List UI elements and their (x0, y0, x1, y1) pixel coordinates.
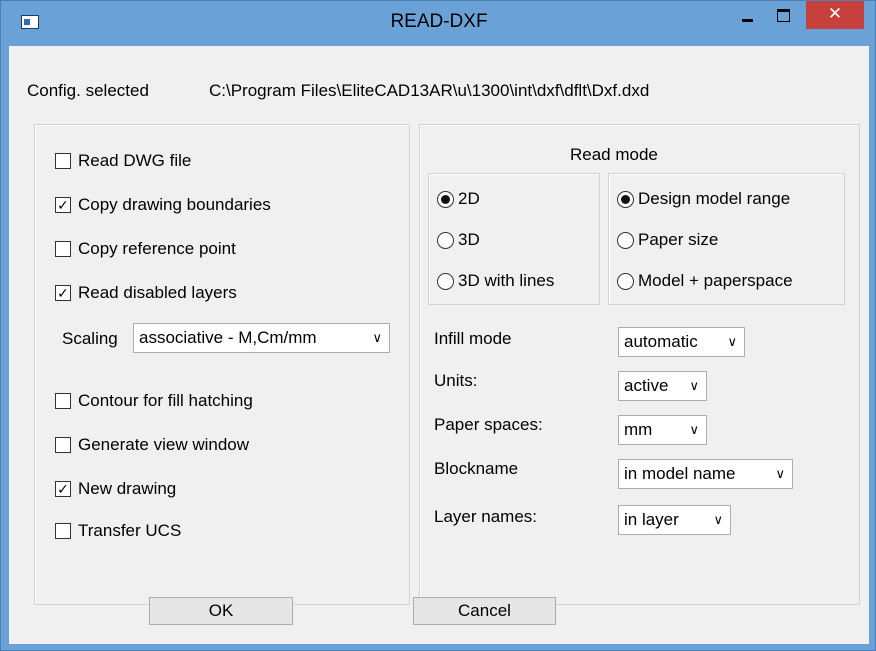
radio-2d[interactable]: 2D (437, 189, 480, 209)
blockname-label: Blockname (434, 459, 519, 478)
dialog-body: Config. selected C:\Program Files\EliteC… (9, 46, 869, 644)
minimize-button[interactable] (733, 1, 763, 31)
radio-circle[interactable] (437, 231, 454, 249)
units-select[interactable]: active ∨ (618, 371, 707, 401)
checkbox-box[interactable]: ✓ (55, 285, 71, 301)
radio-model-paperspace[interactable]: Model + paperspace (617, 271, 793, 291)
select-value: active (624, 376, 669, 395)
radio-label: Paper size (638, 230, 719, 249)
radio-circle[interactable] (617, 231, 634, 249)
close-button[interactable]: ✕ (806, 1, 864, 29)
maximize-button[interactable] (769, 1, 799, 31)
chevron-down-icon: ∨ (372, 330, 382, 345)
transfer-ucs-checkbox[interactable]: Transfer UCS (55, 521, 181, 541)
checkbox-box[interactable] (55, 393, 71, 409)
copy-drawing-boundaries-checkbox[interactable]: ✓ Copy drawing boundaries (55, 195, 271, 215)
checkbox-label: Generate view window (78, 435, 250, 454)
chevron-down-icon: ∨ (727, 334, 737, 349)
paper-spaces-select[interactable]: mm ∨ (618, 415, 707, 445)
checkbox-label: Contour for fill hatching (78, 391, 253, 410)
checkbox-box[interactable] (55, 241, 71, 257)
chevron-down-icon: ∨ (713, 512, 723, 527)
radio-circle[interactable] (437, 272, 454, 290)
check-icon: ✓ (57, 481, 69, 497)
chevron-down-icon: ∨ (689, 422, 699, 437)
read-disabled-layers-checkbox[interactable]: ✓ Read disabled layers (55, 283, 237, 303)
read-dwg-checkbox[interactable]: Read DWG file (55, 151, 191, 171)
read-mode-panel: Read mode 2D 3D 3D with lines Design mod… (419, 124, 860, 605)
radio-3d-with-lines[interactable]: 3D with lines (437, 271, 554, 291)
layer-names-label: Layer names: (434, 507, 537, 526)
checkbox-label: Read DWG file (78, 151, 192, 170)
chevron-down-icon: ∨ (689, 378, 699, 393)
infill-mode-label: Infill mode (434, 329, 512, 348)
radio-circle[interactable] (437, 190, 454, 208)
close-icon: ✕ (827, 4, 843, 23)
checkbox-label: Transfer UCS (78, 521, 182, 540)
select-value: automatic (624, 332, 698, 351)
infill-mode-select[interactable]: automatic ∨ (618, 327, 745, 357)
contour-fill-hatching-checkbox[interactable]: Contour for fill hatching (55, 391, 253, 411)
checkbox-label: Read disabled layers (78, 283, 237, 302)
checkbox-box[interactable]: ✓ (55, 481, 71, 497)
check-icon: ✓ (57, 197, 69, 213)
select-value: mm (624, 420, 653, 439)
radio-circle[interactable] (617, 272, 634, 290)
config-label: Config. selected (27, 81, 149, 100)
checkbox-label: New drawing (78, 479, 177, 498)
checkbox-box[interactable] (55, 437, 71, 453)
radio-dot-icon (441, 194, 450, 204)
units-label: Units: (434, 371, 478, 390)
radio-label: Model + paperspace (638, 271, 793, 290)
checkbox-box[interactable] (55, 523, 71, 539)
checkbox-box[interactable]: ✓ (55, 197, 71, 213)
select-value: in model name (624, 464, 736, 483)
checkbox-box[interactable] (55, 153, 71, 169)
config-path: C:\Program Files\EliteCAD13AR\u\1300\int… (209, 81, 650, 100)
select-value: in layer (624, 510, 679, 529)
layer-names-select[interactable]: in layer ∨ (618, 505, 731, 535)
scaling-select[interactable]: associative - M,Cm/mm ∨ (133, 323, 390, 353)
radio-circle[interactable] (617, 190, 634, 208)
range-group: Design model range Paper size Model + pa… (608, 173, 845, 305)
options-panel: Read DWG file ✓ Copy drawing boundaries … (34, 124, 410, 605)
scaling-label: Scaling (62, 329, 118, 348)
generate-view-window-checkbox[interactable]: Generate view window (55, 435, 249, 455)
radio-3d[interactable]: 3D (437, 230, 480, 250)
check-icon: ✓ (57, 285, 69, 301)
read-mode-title: Read mode (570, 145, 658, 164)
ok-button[interactable]: OK (149, 597, 293, 625)
chevron-down-icon: ∨ (775, 466, 785, 481)
radio-label: 3D (458, 230, 480, 249)
checkbox-label: Copy drawing boundaries (78, 195, 271, 214)
select-value: associative - M,Cm/mm (139, 328, 317, 347)
blockname-select[interactable]: in model name ∨ (618, 459, 793, 489)
radio-label: Design model range (638, 189, 791, 208)
paper-spaces-label: Paper spaces: (434, 415, 543, 434)
copy-reference-point-checkbox[interactable]: Copy reference point (55, 239, 236, 259)
radio-label: 2D (458, 189, 480, 208)
title-bar[interactable]: READ-DXF ✕ (1, 1, 876, 45)
new-drawing-checkbox[interactable]: ✓ New drawing (55, 479, 176, 499)
checkbox-label: Copy reference point (78, 239, 236, 258)
radio-design-model-range[interactable]: Design model range (617, 189, 790, 209)
cancel-button[interactable]: Cancel (413, 597, 556, 625)
dimension-group: 2D 3D 3D with lines (428, 173, 600, 305)
read-dxf-dialog: READ-DXF ✕ Config. selected C:\Program F… (0, 0, 876, 651)
radio-label: 3D with lines (458, 271, 555, 290)
radio-paper-size[interactable]: Paper size (617, 230, 718, 250)
radio-dot-icon (621, 194, 630, 204)
